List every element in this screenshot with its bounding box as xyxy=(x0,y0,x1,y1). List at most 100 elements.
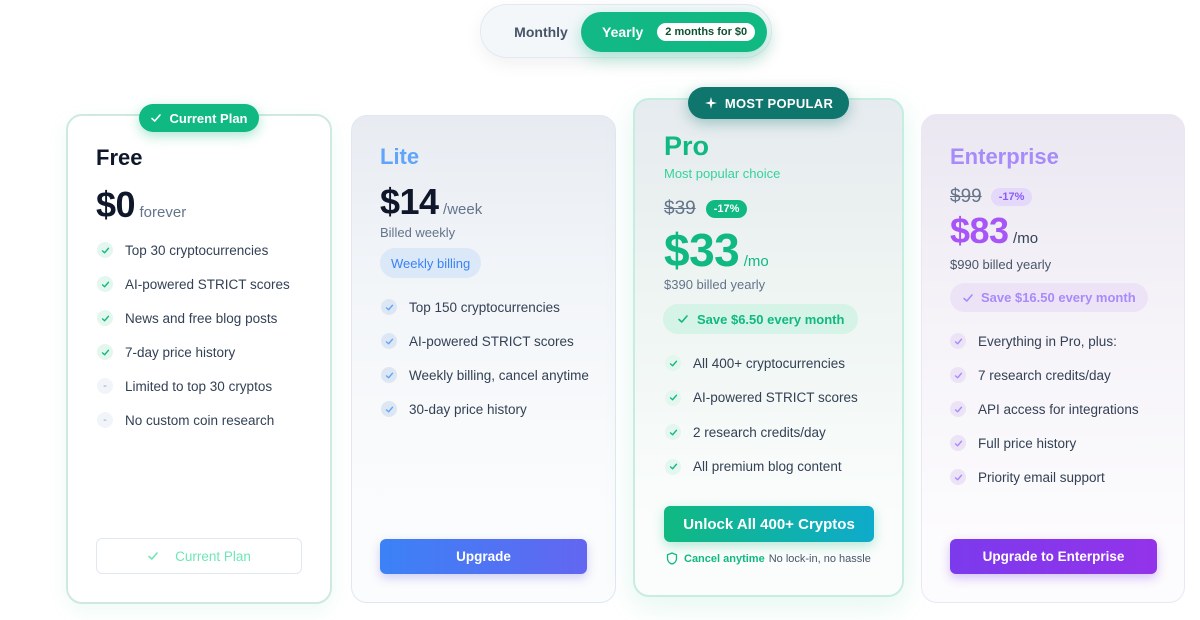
check-icon xyxy=(963,293,973,302)
feature-text: AI-powered STRICT scores xyxy=(409,333,574,349)
cancel-anytime-note: Cancel anytime No lock-in, no hassle xyxy=(666,552,871,565)
price-free: $0 forever xyxy=(96,184,186,226)
feature-item: - No custom coin research xyxy=(97,412,274,428)
savings-label: Save $6.50 every month xyxy=(697,311,845,327)
price-period: forever xyxy=(139,204,187,221)
feature-text: AI-powered STRICT scores xyxy=(693,390,858,405)
check-icon xyxy=(97,344,113,360)
weekly-billing-chip: Weekly billing xyxy=(380,248,482,278)
feature-item: All 400+ cryptocurrencies xyxy=(665,355,845,371)
cancel-anytime-label: Cancel anytime xyxy=(684,552,765,565)
savings-label: Save $16.50 every month xyxy=(981,290,1136,305)
price-amount: $33 xyxy=(664,224,740,276)
feature-item: Top 150 cryptocurrencies xyxy=(381,299,560,315)
price-amount: $83 xyxy=(950,210,1009,251)
feature-item: 7-day price history xyxy=(97,344,235,360)
enterprise-original-price: $99 -17% xyxy=(950,186,1033,208)
check-icon xyxy=(950,333,966,349)
savings-chip-pro: Save $6.50 every month xyxy=(663,304,859,334)
feature-text: 7 research credits/day xyxy=(978,367,1111,383)
feature-text: All 400+ cryptocurrencies xyxy=(693,355,845,371)
feature-text: 2 research credits/day xyxy=(693,424,826,440)
feature-item: News and free blog posts xyxy=(97,310,277,326)
shield-icon xyxy=(666,552,678,565)
check-icon xyxy=(665,424,681,440)
unlock-pro-button[interactable]: Unlock All 400+ Cryptos xyxy=(664,506,874,542)
feature-item: Top 30 cryptocurrencies xyxy=(97,242,268,258)
price-period: /mo xyxy=(1013,230,1039,247)
check-icon xyxy=(151,114,162,122)
check-icon xyxy=(381,367,397,383)
feature-text: All premium blog content xyxy=(693,459,842,474)
billing-note-lite: Billed weekly xyxy=(380,225,456,240)
feature-item: AI-powered STRICT scores xyxy=(97,276,290,292)
current-plan-button[interactable]: Current Plan xyxy=(96,538,302,574)
price-pro: $33 /mo xyxy=(664,223,769,277)
plan-name-free: Free xyxy=(96,145,143,170)
plan-name-enterprise: Enterprise xyxy=(950,144,1059,169)
feature-text: 7-day price history xyxy=(125,344,236,360)
check-icon xyxy=(381,299,397,315)
discount-badge: -17% xyxy=(990,188,1033,206)
feature-item: 2 research credits/day xyxy=(665,424,826,440)
check-icon xyxy=(665,389,681,406)
most-popular-label: MOST POPULAR xyxy=(724,95,834,111)
current-plan-badge: Current Plan xyxy=(139,104,259,132)
current-plan-button-label: Current Plan xyxy=(175,548,251,564)
yearly-discount-badge: 2 months for $0 xyxy=(657,23,756,41)
yearly-label: Yearly xyxy=(602,24,644,40)
pricing-page: Monthly Yearly 2 months for $0 Current P… xyxy=(0,0,1200,620)
sparkles-icon xyxy=(704,97,717,109)
upgrade-lite-button[interactable]: Upgrade xyxy=(380,539,587,574)
billing-note-enterprise: $990 billed yearly xyxy=(950,257,1052,272)
feature-item: Everything in Pro, plus: xyxy=(950,333,1117,349)
upgrade-enterprise-button[interactable]: Upgrade to Enterprise xyxy=(950,539,1157,574)
feature-text: Top 150 cryptocurrencies xyxy=(409,299,560,315)
check-icon xyxy=(97,276,113,292)
feature-text: No custom coin research xyxy=(125,412,275,428)
check-icon xyxy=(950,435,966,451)
old-price: $99 xyxy=(950,186,982,207)
feature-text: 30-day price history xyxy=(409,401,527,417)
price-amount: $0 xyxy=(96,184,136,225)
billing-note-pro: $390 billed yearly xyxy=(664,277,766,292)
check-icon xyxy=(665,355,681,371)
feature-item: Weekly billing, cancel anytime xyxy=(381,367,589,383)
price-amount: $14 xyxy=(380,181,439,222)
check-icon xyxy=(665,458,681,475)
pro-tagline: Most popular choice xyxy=(664,166,781,181)
dash-icon: - xyxy=(97,412,113,428)
monthly-toggle-option[interactable]: Monthly xyxy=(495,13,587,51)
plan-name-pro: Pro xyxy=(664,131,710,161)
pro-original-price: $39 -17% xyxy=(664,198,748,220)
check-icon xyxy=(381,401,397,417)
price-lite: $14 /week xyxy=(380,181,482,223)
check-icon xyxy=(950,401,966,417)
most-popular-badge: MOST POPULAR xyxy=(688,87,849,119)
yearly-toggle-option[interactable]: Yearly 2 months for $0 xyxy=(581,12,767,52)
price-enterprise: $83 /mo xyxy=(950,210,1038,252)
feature-item: API access for integrations xyxy=(950,401,1139,417)
feature-item: Full price history xyxy=(950,435,1076,451)
feature-item: AI-powered STRICT scores xyxy=(381,333,574,349)
feature-item: 30-day price history xyxy=(381,401,527,417)
current-plan-badge-label: Current Plan xyxy=(169,110,248,126)
dash-icon: - xyxy=(97,378,113,394)
feature-item: AI-powered STRICT scores xyxy=(665,389,858,406)
feature-item: - Limited to top 30 cryptos xyxy=(97,378,272,394)
feature-item: All premium blog content xyxy=(665,458,842,475)
feature-text: API access for integrations xyxy=(978,401,1139,417)
price-period: /mo xyxy=(743,253,769,270)
check-icon xyxy=(97,242,113,258)
feature-item: 7 research credits/day xyxy=(950,367,1111,383)
feature-text: Everything in Pro, plus: xyxy=(978,333,1117,349)
check-icon xyxy=(97,310,113,326)
check-icon xyxy=(950,367,966,383)
feature-text: Limited to top 30 cryptos xyxy=(125,378,273,394)
plan-name-lite: Lite xyxy=(380,144,420,169)
check-icon xyxy=(678,315,688,323)
check-icon xyxy=(381,333,397,349)
feature-item: Priority email support xyxy=(950,469,1105,485)
discount-badge: -17% xyxy=(705,200,748,218)
feature-text: News and free blog posts xyxy=(125,310,278,326)
